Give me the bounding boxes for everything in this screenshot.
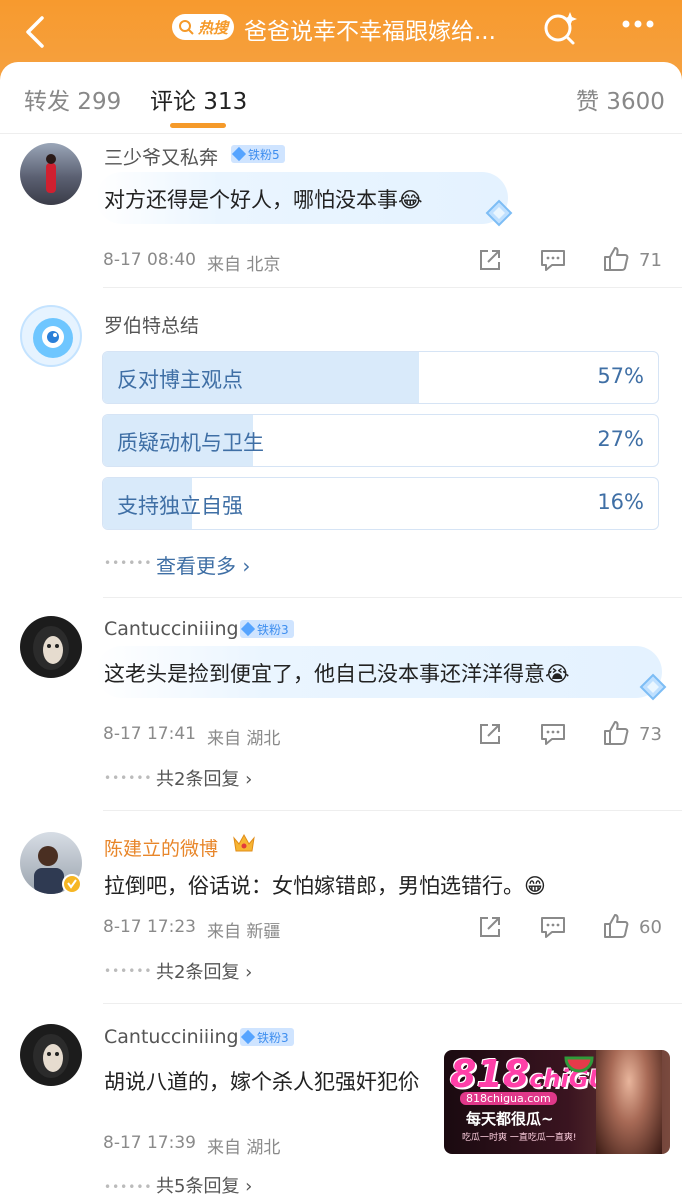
share-icon[interactable] [476,720,504,748]
more-options-icon[interactable] [618,10,658,42]
share-icon[interactable] [476,246,504,274]
monkey-avatar-icon [33,1034,69,1078]
comment-location: 来自 北京 [207,255,281,275]
see-more-link[interactable]: 查看更多 › [156,550,250,579]
comment-text: 拉倒吧，俗话说：女怕嫁错郎，男怕选错行。😁 [104,874,546,898]
avatar[interactable] [20,1024,82,1086]
tab-bar: 转发 299 评论 313 赞 3600 [0,62,682,134]
comment-time: 8-17 17:41 [103,724,196,744]
fan-badge: 铁粉3 [240,1028,294,1046]
view-replies-link[interactable]: 共2条回复 › [156,958,252,984]
avatar[interactable] [20,305,82,367]
divider [103,287,682,288]
comment-time: 8-17 17:23 [103,917,196,937]
comment-sheet: 转发 299 评论 313 赞 3600 [0,62,682,1200]
comment-text: 对方还得是个好人，哪怕没本事😂 [104,188,423,212]
poll-option[interactable]: 质疑动机与卫生 27% [102,414,659,467]
avatar-figure-icon [46,154,56,193]
comment-author[interactable]: 三少爷又私奔 [104,143,218,170]
ad-banner[interactable]: 818chiGUA 818chigua.com 每天都很瓜~ 吃瓜一时爽 一直吃… [444,1050,670,1154]
ad-url: 818chigua.com [460,1092,557,1105]
share-icon[interactable] [476,913,504,941]
tab-comments[interactable]: 评论 313 [150,82,247,116]
hot-search-tag[interactable]: 热搜 [172,14,234,40]
comment-author[interactable]: 罗伯特总结 [104,311,199,338]
divider [103,597,682,598]
sparkle-search-icon[interactable] [540,8,580,48]
poll-option[interactable]: 支持独立自强 16% [102,477,659,530]
comment-location: 来自 新疆 [207,922,281,942]
like-count: 60 [639,917,662,938]
topic-title[interactable]: 爸爸说幸不幸福跟嫁给... [244,12,496,46]
comment-text: 胡说八道的，嫁个杀人犯强奸犯伱 [104,1070,419,1094]
tab-likes[interactable]: 赞 3600 [576,82,665,116]
comment-time: 8-17 17:39 [103,1133,196,1153]
poll-option-percent: 27% [597,427,644,451]
avatar[interactable] [20,616,82,678]
ad-model-image [596,1050,662,1154]
divider [103,810,682,811]
tab-repost[interactable]: 转发 299 [24,82,121,116]
verified-badge-icon [62,874,82,894]
poll-option-label: 质疑动机与卫生 [117,431,264,455]
poll-option-label: 支持独立自强 [117,494,243,518]
dots-divider: •••••• [104,556,153,570]
fan-gem-icon [231,146,247,162]
reply-icon[interactable] [539,720,567,748]
monkey-avatar-icon [33,626,69,670]
like-thumb-icon[interactable] [602,245,630,273]
avatar[interactable] [20,143,82,205]
ad-logo-number: 818 [450,1052,530,1096]
comment-time: 8-17 08:40 [103,250,196,270]
view-replies-link[interactable]: 共5条回复 › [156,1172,252,1198]
active-tab-indicator [170,123,226,128]
fan-gem-icon [240,621,256,637]
fan-gem-icon [240,1029,256,1045]
fan-badge-label: 铁粉5 [248,147,280,162]
fan-badge: 铁粉3 [240,620,294,638]
like-thumb-icon[interactable] [602,719,630,747]
ad-slogan: 每天都很瓜~ [466,1110,554,1128]
poll-option-percent: 16% [597,490,644,514]
hot-search-icon [179,20,194,35]
watermelon-icon [564,1056,594,1073]
comment-location: 来自 湖北 [207,1138,281,1158]
like-count: 71 [639,250,662,271]
fan-badge-label: 铁粉3 [257,622,289,637]
poll-option-percent: 57% [597,364,644,388]
comment-author[interactable]: Cantucciniiing [104,618,239,640]
comment-author[interactable]: 陈建立的微博 [104,834,218,861]
like-count: 73 [639,724,662,745]
dots-divider: •••••• [104,771,153,785]
comment-text: 这老头是捡到便宜了，他自己没本事还洋洋得意😭 [104,662,570,686]
like-thumb-icon[interactable] [602,912,630,940]
back-arrow-icon[interactable] [18,12,58,52]
diamond-icon [485,199,513,227]
diamond-icon [639,673,667,701]
dots-divider: •••••• [104,964,153,978]
fan-badge-label: 铁粉3 [257,1030,289,1045]
poll-option[interactable]: 反对博主观点 57% [102,351,659,404]
reply-icon[interactable] [539,246,567,274]
ad-subtitle: 吃瓜一时爽 一直吃瓜一直爽! [462,1133,577,1143]
fan-badge: 铁粉5 [231,145,285,163]
dots-divider: •••••• [104,1180,153,1194]
poll-option-label: 反对博主观点 [117,368,243,392]
view-replies-link[interactable]: 共2条回复 › [156,765,252,791]
divider [103,1003,682,1004]
hot-search-label: 热搜 [198,18,229,37]
reply-icon[interactable] [539,913,567,941]
comment-author[interactable]: Cantucciniiing [104,1026,239,1048]
crown-icon [233,833,255,852]
comment-location: 来自 湖北 [207,729,281,749]
